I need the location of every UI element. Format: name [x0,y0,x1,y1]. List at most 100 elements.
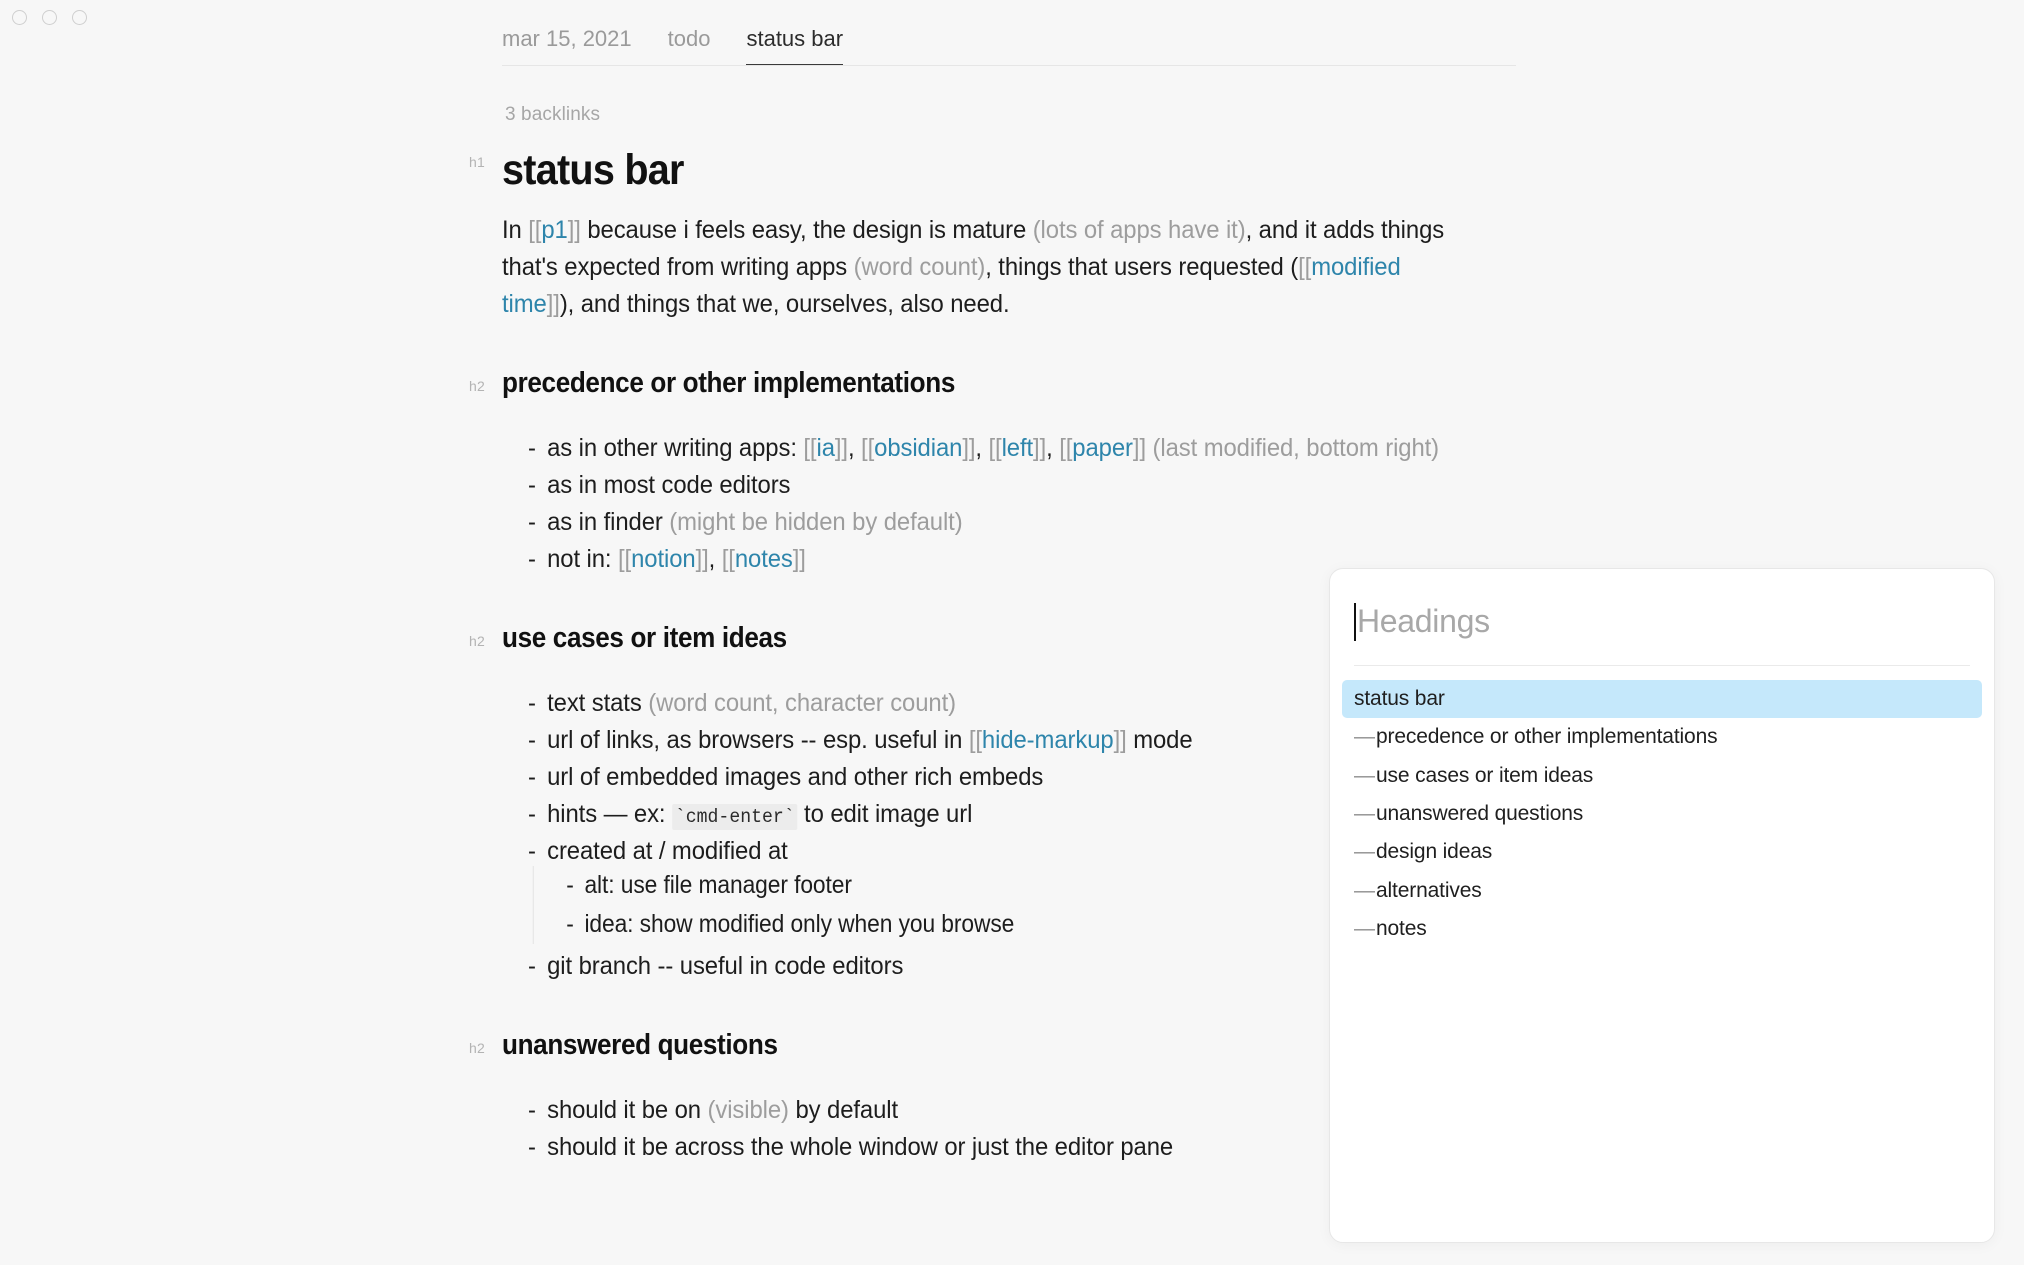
heading-item-unanswered-questions[interactable]: — unanswered questions [1342,795,1982,833]
list-bullet: - [566,910,574,939]
wikilink-open-bracket: [[ [1059,434,1073,463]
list-bullet: - [566,871,574,900]
zoom-window-button[interactable] [72,10,87,25]
intro-paragraph[interactable]: In [[p1]] because i feels easy, the desi… [502,212,1470,323]
section-heading-use-cases[interactable]: use cases or item ideas [502,622,1415,655]
link-p1[interactable]: p1 [541,216,567,244]
wikilink-open-bracket: [[ [861,434,875,463]
list-bullet: - [528,800,536,829]
text-run: hints — ex: [547,800,673,829]
heading-level-tag-h2: h2 [469,633,485,650]
list-bullet: - [528,545,536,574]
tab-todo[interactable]: todo [668,28,711,66]
level-indicator: — [1354,878,1375,902]
heading-block-precedence[interactable]: h2 precedence or other implementations [469,367,1516,400]
text-run: mode [1126,726,1193,755]
tab-bar: mar 15, 2021 todo status bar [502,0,1516,68]
heading-item-label: status bar [1354,687,1445,710]
text-run: url of embedded images and other rich em… [547,763,1044,792]
list-bullet: - [528,508,536,537]
list-bullet: - [528,471,536,500]
link-notes[interactable]: notes [735,545,793,573]
text-run: as in other writing apps: [547,434,804,463]
wikilink-open-bracket: [[ [618,545,632,574]
list-item[interactable]: - idea: show modified only when you brows… [566,905,1431,944]
tab-mar-15-2021[interactable]: mar 15, 2021 [502,28,632,66]
heading-item-design-ideas[interactable]: — design ideas [1342,833,1982,871]
tab-list: mar 15, 2021 todo status bar [502,0,1516,66]
muted-note: (might be hidden by default) [669,508,963,537]
wikilink-open-bracket: [[ [803,434,817,463]
muted-note: (word count, character count) [648,689,956,718]
link-paper[interactable]: paper [1072,434,1133,462]
section-heading-unanswered-questions[interactable]: unanswered questions [502,1029,1415,1062]
list-bullet: - [528,434,536,463]
close-window-button[interactable] [12,10,27,25]
heading-level-tag-h2: h2 [469,1040,485,1057]
link-ia[interactable]: ia [816,434,834,462]
text-run: because i feels easy, the design is matu… [580,216,1033,245]
heading-item-alternatives[interactable]: — alternatives [1342,872,1982,910]
wikilink-close-bracket: ]] [567,216,581,245]
heading-item-label: alternatives [1376,878,1482,902]
wikilink-close-bracket: ]] [546,290,560,319]
text-run: In [502,216,529,245]
text-run: , [975,434,989,463]
wikilink-close-bracket: ]] [962,434,976,463]
minimize-window-button[interactable] [42,10,57,25]
heading-item-notes[interactable]: — notes [1342,910,1982,948]
wikilink-open-bracket: [[ [528,216,542,245]
wikilink-close-bracket: ]] [695,545,709,574]
text-run: should it be on [547,1096,708,1125]
backlinks-count[interactable]: 3 backlinks [505,104,1516,126]
wikilink-close-bracket: ]] [834,434,848,463]
text-run: text stats [547,689,649,718]
list-bullet: - [528,1096,536,1125]
muted-note: (lots of apps have it) [1032,216,1246,245]
tab-status-bar[interactable]: status bar [746,28,844,66]
page-title[interactable]: status bar [502,146,1435,194]
list-item[interactable]: - as in other writing apps: [[ia]], [[obs… [528,430,1472,467]
section-heading-precedence[interactable]: precedence or other implementations [502,367,1415,400]
intro-paragraph-block[interactable]: In [[p1]] because i feels easy, the desi… [502,212,1516,323]
headings-search-field[interactable]: Headings [1330,569,1994,641]
muted-note: (last modified, bottom right) [1152,434,1440,463]
text-run: to edit image url [797,800,973,829]
traffic-lights [12,10,87,25]
heading-item-label: notes [1376,917,1427,941]
text-run: should it be across the whole window or … [547,1133,1174,1162]
wikilink-close-bracket: ]] [1113,726,1127,755]
wikilink-close-bracket: ]] [1132,434,1146,463]
list-item[interactable]: - as in finder (might be hidden by defaul… [528,504,1472,541]
text-run: created at / modified at [547,837,788,866]
tab-bar-divider [502,65,1516,66]
wikilink-open-bracket: [[ [988,434,1002,463]
link-obsidian[interactable]: obsidian [874,434,962,462]
level-indicator: — [1354,917,1375,941]
list-item[interactable]: - alt: use file manager footer [566,866,1431,905]
text-run: url of links, as browsers -- esp. useful… [547,726,969,755]
wikilink-open-bracket: [[ [968,726,982,755]
list-item[interactable]: - as in most code editors [528,467,1472,504]
heading-block-h1[interactable]: h1 status bar [469,146,1516,194]
heading-item-status-bar[interactable]: status bar [1342,680,1982,719]
wikilink-close-bracket: ]] [792,545,806,574]
text-run: , [1046,434,1060,463]
search-input-placeholder: Headings [1357,603,1490,639]
link-hide-markup[interactable]: hide-markup [982,726,1114,754]
list-bullet: - [528,689,536,718]
link-notion[interactable]: notion [631,545,696,573]
wikilink-close-bracket: ]] [1033,434,1047,463]
heading-level-tag-h1: h1 [469,154,485,171]
text-run: as in finder [547,508,670,537]
link-left[interactable]: left [1002,434,1034,462]
text-run: git branch -- useful in code editors [547,952,904,981]
wikilink-open-bracket: [[ [1298,253,1312,282]
heading-item-label: unanswered questions [1376,802,1584,826]
headings-palette[interactable]: Headings status bar — precedence or other… [1329,568,1995,1243]
list-precedence: - as in other writing apps: [[ia]], [[obs… [502,430,1516,578]
window-titlebar: mar 15, 2021 todo status bar [0,0,2024,68]
heading-item-precedence[interactable]: — precedence or other implementations [1342,718,1982,756]
search-input[interactable]: Headings [1354,601,1970,641]
heading-item-use-cases[interactable]: — use cases or item ideas [1342,757,1982,795]
